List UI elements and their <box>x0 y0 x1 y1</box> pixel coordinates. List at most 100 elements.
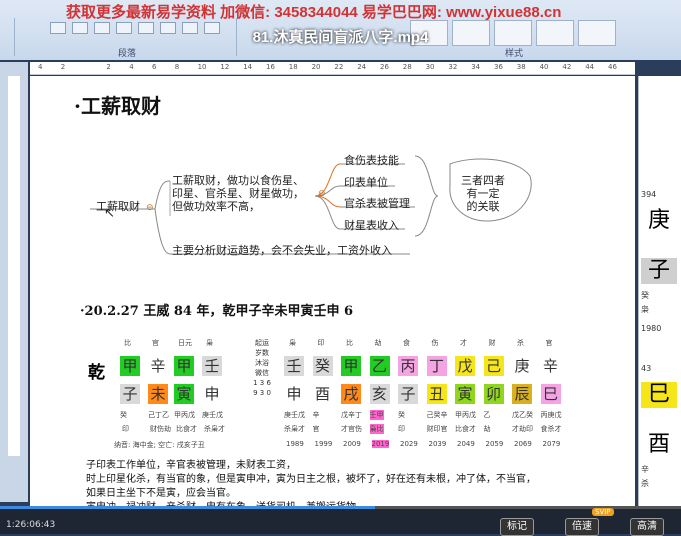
branch1-line: 工薪取财，做功以食伤星、 <box>172 174 304 187</box>
ruler-tick: 42 <box>562 63 572 71</box>
speed-button[interactable]: 倍速 <box>565 518 599 536</box>
ruler-tick: 40 <box>539 63 549 71</box>
mouse-cursor-icon: ↖ <box>104 206 115 221</box>
dayun-ten-gods: 枭比 <box>369 424 384 434</box>
dayun-year: 1989 <box>286 440 304 448</box>
natal-stem: 辛 <box>148 356 168 376</box>
bazi-chart: 乾 起运 岁数 沐浴 微信 1 3 6 9 3 0 纳音: 海中金; 空亡: 戌… <box>84 334 616 454</box>
qian-label: 乾 <box>88 363 105 383</box>
branch1-line: 但做功效率不高， <box>172 200 260 213</box>
dayun-year: 2019 <box>371 440 390 448</box>
svip-badge: SVIP <box>592 508 614 516</box>
watermark-text: 获取更多最新易学资料 加微信: 3458344044 易学巴巴网: www.yi… <box>66 4 562 21</box>
natal-stem: 甲 <box>120 356 140 376</box>
ruler-tick: 10 <box>197 63 207 71</box>
ruler-tick: 12 <box>220 63 230 71</box>
dayun-header: 财 <box>488 339 496 347</box>
ruler-tick: 18 <box>288 63 298 71</box>
pane-char: 子 <box>641 258 677 284</box>
dayun-hidden-stems: 壬甲 <box>369 410 384 420</box>
dayun-stem: 戊 <box>455 356 475 376</box>
mindmap-leaf: 印表单位 <box>344 176 388 189</box>
dayun-branch: 戌 <box>341 384 361 404</box>
natal-stem: 壬 <box>202 356 222 376</box>
mark-button[interactable]: 标记 <box>500 518 534 536</box>
dayun-year: 2069 <box>514 440 532 448</box>
pane-text: 枭 <box>641 305 649 314</box>
dayun-header: 劫 <box>374 339 382 347</box>
dayun-year: 2039 <box>428 440 447 448</box>
ruler-tick: 28 <box>402 63 412 71</box>
dayun-ten-gods: 劫 <box>483 425 491 433</box>
dayun-stem: 己 <box>483 356 504 376</box>
natal-ten-gods: 财伤劫 <box>150 425 171 433</box>
example-title-text: 20.2.27 王威 84 年，乾甲子辛未甲寅壬申 6 <box>84 304 354 319</box>
progress-fill <box>0 506 375 509</box>
ruler-tick: 38 <box>516 63 526 71</box>
dayun-ten-gods: 印 <box>398 425 405 433</box>
mindmap-branch1: 工薪取财，做功以食伤星、 印星、官杀星、财星做功， 但做功效率不高， <box>172 174 342 213</box>
time-display: 1:26:06:43 <box>6 520 56 530</box>
pane-char: 酉 <box>641 432 677 458</box>
ruler-tick: 2 <box>60 63 66 71</box>
qiyun-vertical-text: 起运 岁数 沐浴 微信 1 3 6 9 3 0 <box>253 339 271 397</box>
example-title: ·20.2.27 王威 84 年，乾甲子辛未甲寅壬申 6 <box>80 304 354 319</box>
dayun-stem: 丙 <box>398 356 418 376</box>
ruler-tick: 34 <box>471 63 481 71</box>
dayun-year: 2029 <box>400 440 418 448</box>
dayun-hidden-stems: 庚壬戊 <box>284 411 305 419</box>
pane-text: 394 <box>641 190 657 199</box>
dayun-ten-gods: 比食才 <box>455 425 476 433</box>
dayun-stem: 辛 <box>540 356 561 376</box>
dayun-stem: 乙 <box>369 356 390 376</box>
collapse-icon[interactable]: ⊖ <box>318 189 326 199</box>
horizontal-ruler[interactable]: 4 2 2 4 6 8 10 12 14 16 18 20 22 24 26 28 30 32 34 36 38 40 42… <box>30 62 635 75</box>
dayun-hidden-stems: 戊辛丁 <box>341 411 362 419</box>
dayun-hidden-stems: 丙庚戊 <box>540 411 562 419</box>
paragraph-line: 如果日主坐下不是寅，应会当官。 <box>86 488 236 499</box>
adjacent-page: 394 庚 子 癸 枭 1980 43 巳 酉 辛 杀 <box>638 76 681 506</box>
ruler-tick: 4 <box>38 63 43 71</box>
mindmap-root: 工薪取财 <box>96 200 140 213</box>
dayun-branch: 亥 <box>369 384 390 404</box>
quality-button[interactable]: 高清 <box>630 518 664 536</box>
ruler-tick: 36 <box>494 63 503 71</box>
ruler-tick: 14 <box>243 63 253 71</box>
pillar-header: 官 <box>152 339 159 347</box>
pillar-header: 日元 <box>178 339 192 347</box>
dayun-stem: 癸 <box>312 356 333 376</box>
dayun-hidden-stems: 戊乙癸 <box>512 411 533 419</box>
collapse-icon[interactable]: ⊖ <box>146 203 154 213</box>
dayun-ten-gods: 财印官 <box>426 425 448 433</box>
dayun-branch: 巳 <box>540 384 561 404</box>
progress-bar[interactable] <box>0 506 681 509</box>
dayun-year: 1999 <box>314 440 333 448</box>
dayun-stem: 丁 <box>426 356 447 376</box>
dayun-header: 枭 <box>289 339 296 347</box>
dayun-year: 2079 <box>542 440 561 448</box>
pane-text: 杀 <box>641 479 649 488</box>
summary-line: 三者四者 <box>461 174 505 187</box>
natal-hidden-stems: 癸 <box>120 411 127 419</box>
natal-ten-gods: 比食才 <box>176 425 197 433</box>
natal-stem: 甲 <box>174 356 194 376</box>
branch1-line: 印星、官杀星、财星做功， <box>172 187 304 200</box>
pane-char: 庚 <box>641 208 677 234</box>
document-page[interactable]: ·工薪取财 工薪取财 ⊖ 工薪取财，做功以食伤星、 印星、官杀星、财星做功， 但… <box>30 76 635 506</box>
dayun-branch: 申 <box>284 384 304 404</box>
ruler-tick: 2 <box>106 63 111 71</box>
ruler-tick: 26 <box>380 63 389 71</box>
ruler-tick: 32 <box>448 63 458 71</box>
ruler-tick: 20 <box>311 63 321 71</box>
dayun-stem: 庚 <box>512 356 532 376</box>
mindmap-summary: 三者四者 有一定 的关联 <box>453 174 513 213</box>
natal-ten-gods: 印 <box>122 425 129 433</box>
ruler-tick: 8 <box>174 63 180 71</box>
mindmap-branch2: 主要分析财运趋势，会不会失业，工资外收入 <box>172 244 392 257</box>
nayin-text: 纳音: 海中金; 空亡: 戌亥子丑 <box>114 441 205 449</box>
paragraph-line: 寅申冲，禄冲财，辛杀财，申有车象，送货司机，兼搬运货物。 <box>86 498 366 506</box>
dayun-hidden-stems: 癸 <box>398 411 405 419</box>
dayun-ten-gods: 才官伤 <box>341 425 362 433</box>
dayun-branch: 子 <box>398 384 418 404</box>
vertical-ruler[interactable] <box>0 62 28 502</box>
